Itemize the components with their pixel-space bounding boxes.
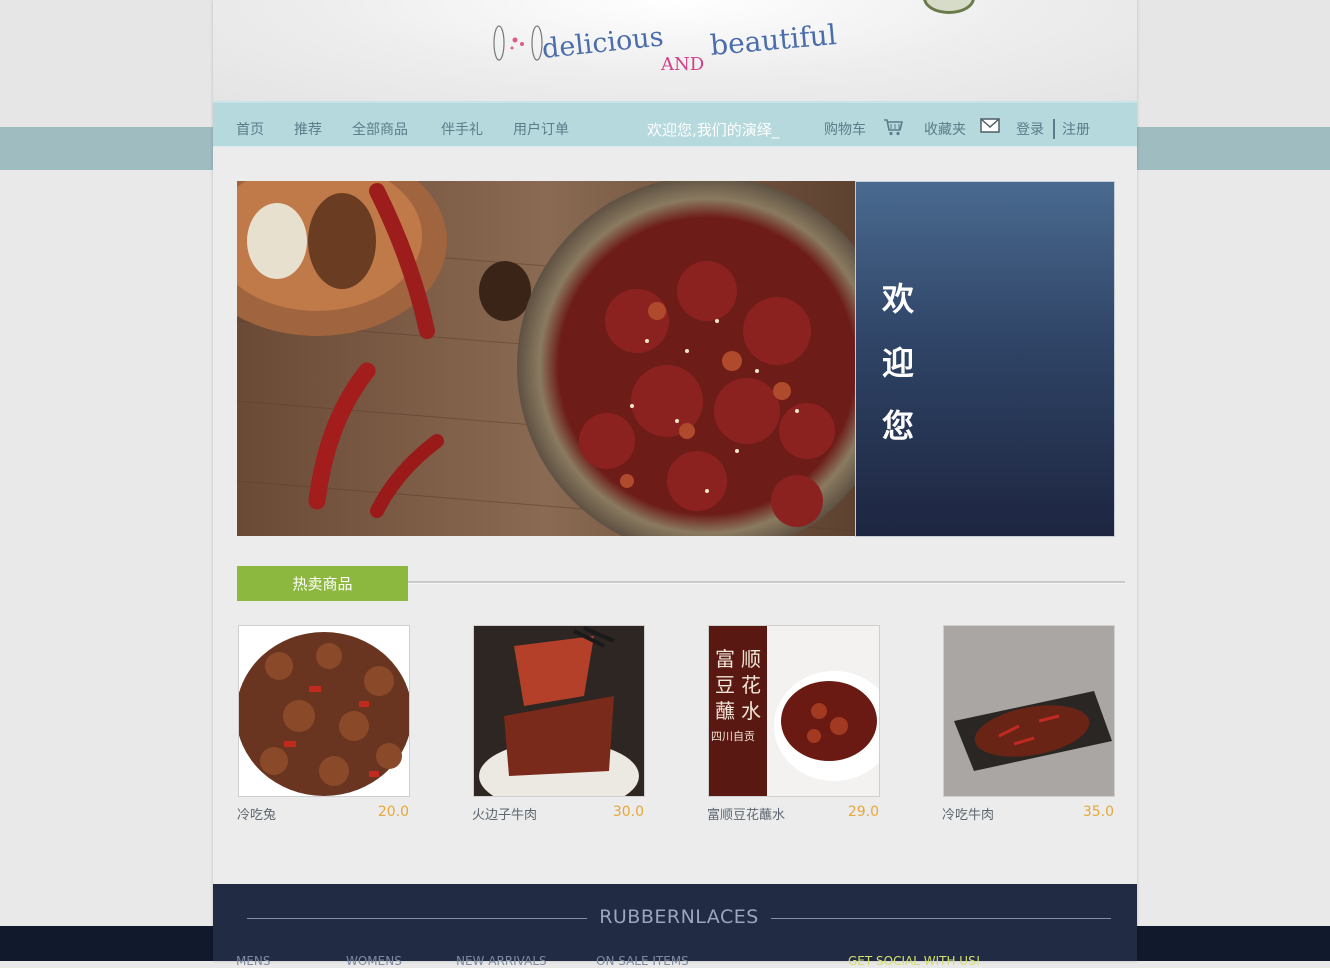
nav-item-orders[interactable]: 用户订单: [513, 119, 569, 139]
footer-link-mens[interactable]: MENS: [236, 954, 271, 968]
welcome-char-3: 您: [882, 407, 915, 445]
header: delicious AND beautiful: [213, 0, 1137, 101]
nav-divider: [1053, 119, 1055, 139]
cart-icon[interactable]: [883, 118, 903, 136]
thumb-char: 花: [741, 673, 761, 697]
product-card[interactable]: 冷吃牛肉 35.0: [942, 625, 1115, 830]
nav-item-gifts[interactable]: 伴手礼: [441, 119, 483, 139]
product-name[interactable]: 冷吃兔: [237, 804, 276, 823]
nav-item-recommend[interactable]: 推荐: [294, 119, 322, 139]
welcome-panel: 欢 迎 您: [855, 181, 1115, 537]
footer-rule-right: [771, 918, 1111, 919]
footer-link-on-sale[interactable]: ON SALE ITEMS: [596, 954, 689, 968]
thumb-char: 富: [715, 647, 735, 671]
nav-item-home[interactable]: 首页: [236, 119, 264, 139]
thumb-char: 蘸: [715, 699, 735, 723]
product-image[interactable]: [943, 625, 1115, 797]
product-price: 29.0: [847, 804, 879, 820]
welcome-char-1: 欢: [882, 280, 915, 318]
corner-badge-icon: [923, 0, 975, 14]
favorites-link[interactable]: 收藏夹: [924, 119, 966, 139]
hot-products-title: 热卖商品: [237, 566, 408, 601]
svg-text:AND: AND: [660, 54, 704, 75]
footer-rule-left: [247, 918, 587, 919]
svg-text:beautiful: beautiful: [709, 18, 838, 62]
product-image[interactable]: [473, 625, 645, 797]
product-name[interactable]: 火边子牛肉: [472, 804, 537, 823]
product-price: 35.0: [1082, 804, 1114, 820]
product-name[interactable]: 冷吃牛肉: [942, 804, 994, 823]
footer: RUBBERNLACES MENS WOMENS NEW ARRIVALS ON…: [213, 884, 1137, 968]
product-card[interactable]: 富 顺 豆 花 蘸 水 四川自贡 富顺豆花蘸水 29.0: [707, 625, 880, 830]
product-price: 30.0: [612, 804, 644, 820]
footer-link-new-arrivals[interactable]: NEW ARRIVALS: [456, 954, 547, 968]
product-image[interactable]: [238, 625, 410, 797]
welcome-char-2: 迎: [882, 344, 915, 382]
cart-link[interactable]: 购物车: [824, 119, 866, 139]
nav-item-all-products[interactable]: 全部商品: [352, 119, 408, 139]
banner-food-illustration: [237, 181, 855, 536]
register-link[interactable]: 注册: [1062, 119, 1090, 139]
top-nav: 首页 推荐 全部商品 伴手礼 用户订单 欢迎您,我们的演绎_ 购物车 收藏夹 登…: [213, 101, 1137, 147]
product-price: 20.0: [377, 804, 409, 820]
thumb-char: 水: [741, 699, 761, 723]
banner-image: [237, 181, 855, 536]
thumb-subtitle: 四川自贡: [711, 730, 755, 743]
footer-social-heading: GET SOCIAL WITH US!: [848, 954, 981, 968]
logo[interactable]: delicious AND beautiful: [491, 18, 861, 78]
product-name[interactable]: 富顺豆花蘸水: [707, 804, 785, 823]
footer-brand: RUBBERNLACES: [599, 906, 759, 928]
thumb-char: 顺: [741, 647, 761, 671]
product-card[interactable]: 冷吃兔 20.0: [237, 625, 410, 830]
product-card[interactable]: 火边子牛肉 30.0: [472, 625, 645, 830]
thumb-char: 豆: [715, 673, 735, 697]
envelope-icon[interactable]: [980, 116, 1000, 134]
page-container: delicious AND beautiful 首页 推荐 全部商品 伴手礼 用…: [213, 0, 1137, 968]
footer-link-womens[interactable]: WOMENS: [346, 954, 402, 968]
login-link[interactable]: 登录: [1016, 119, 1044, 139]
svg-text:delicious: delicious: [540, 21, 664, 65]
welcome-text: 欢迎您,我们的演绎_: [647, 121, 780, 139]
product-image[interactable]: 富 顺 豆 花 蘸 水 四川自贡: [708, 625, 880, 797]
